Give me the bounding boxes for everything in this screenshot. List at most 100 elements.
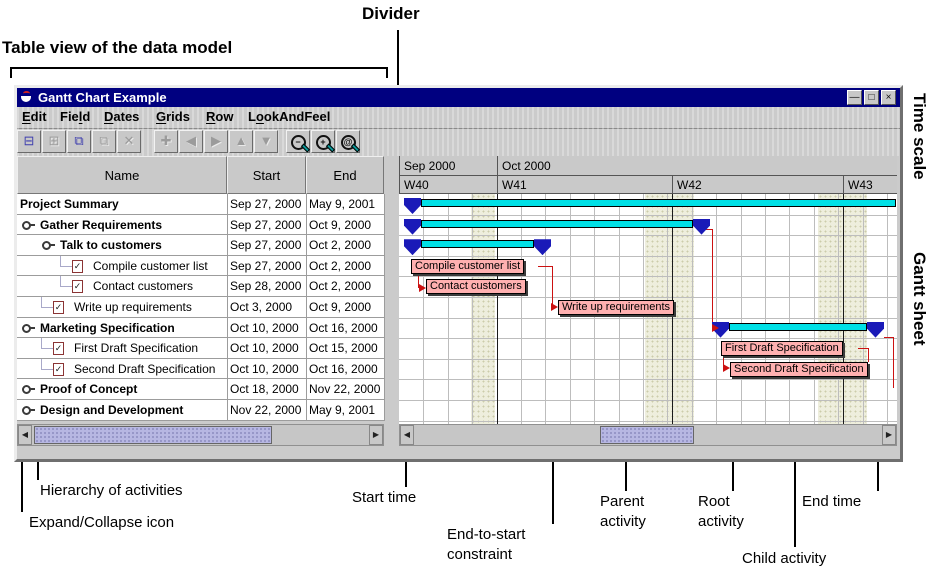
menu-edit[interactable]: Edit	[22, 109, 47, 124]
column-header-start[interactable]: Start	[227, 156, 306, 194]
tree-stem	[30, 388, 35, 390]
activity-label-box[interactable]: First Draft Specification	[721, 341, 843, 356]
timescale-week-cell[interactable]: W42	[672, 176, 843, 194]
activity-end-date: Oct 16, 2000	[309, 321, 378, 335]
annotation-child-activity: Child activity	[742, 549, 826, 569]
column-header-name[interactable]: Name	[17, 156, 227, 194]
row-grid-line	[399, 235, 897, 236]
checkbox-icon[interactable]: ✓	[53, 342, 64, 355]
activity-label-box[interactable]: Second Draft Specification	[730, 362, 868, 377]
activity-end-date: Oct 2, 2000	[309, 238, 371, 252]
menu-dates[interactable]: Dates	[104, 109, 139, 124]
table-row[interactable]: Talk to customersSep 27, 2000Oct 2, 2000	[17, 235, 384, 256]
table-row[interactable]: ✓Write up requirementsOct 3, 2000Oct 9, …	[17, 297, 384, 318]
table-row[interactable]: Project SummarySep 27, 2000May 9, 2001	[17, 194, 384, 215]
titlebar[interactable]: Gantt Chart Example — □ ×	[17, 88, 900, 107]
delete-row-button[interactable]: ✕	[117, 130, 141, 153]
activity-label-box[interactable]: Write up requirements	[558, 300, 674, 315]
constraint-line	[884, 337, 893, 338]
table-view-bracket-tick-left	[10, 67, 12, 78]
row-grid-line	[399, 338, 897, 339]
table-row[interactable]: Proof of ConceptOct 18, 2000Nov 22, 2000	[17, 379, 384, 400]
tree-stem	[30, 224, 35, 226]
row-grid-line	[399, 400, 897, 401]
minimize-button[interactable]: —	[847, 90, 862, 105]
activity-label-box[interactable]: Compile customer list	[411, 259, 524, 274]
toggle-hierarchy-button[interactable]: ⧉	[67, 130, 91, 153]
day-grid-line	[741, 194, 742, 424]
day-grid-line	[716, 194, 717, 424]
close-button[interactable]: ×	[881, 90, 896, 105]
tree-stem	[30, 327, 35, 329]
day-grid-line	[887, 194, 888, 424]
activity-label-box[interactable]: Contact customers	[426, 279, 526, 294]
activity-start-date: Oct 10, 2000	[230, 341, 299, 355]
split-divider[interactable]	[390, 156, 399, 446]
menu-mnemonic: E	[22, 109, 31, 124]
gantt-hscrollbar-thumb[interactable]	[600, 426, 694, 444]
table-view-bracket	[10, 67, 388, 69]
timescale-week-cell[interactable]: W40	[399, 176, 497, 194]
timescale-week-cell[interactable]: W43	[843, 176, 897, 194]
figure-canvas: Divider Table view of the data model Tim…	[0, 0, 932, 578]
tree-elbow	[41, 297, 53, 308]
table-row[interactable]: ✓Compile customer listSep 27, 2000Oct 2,…	[17, 256, 384, 277]
table-hscrollbar-thumb[interactable]	[34, 426, 272, 444]
menu-label: dit	[31, 109, 47, 124]
menu-label: ow	[215, 109, 233, 124]
timescale-month-cell[interactable]: Sep 2000	[399, 156, 497, 176]
table-row[interactable]: Gather RequirementsSep 27, 2000Oct 9, 20…	[17, 215, 384, 236]
menu-grids[interactable]: Grids	[156, 109, 190, 124]
column-header-end[interactable]: End	[306, 156, 384, 194]
checkbox-icon[interactable]: ✓	[53, 363, 64, 376]
table-row[interactable]: ✓Contact customersSep 28, 2000Oct 2, 200…	[17, 276, 384, 297]
timescale-month-label: Oct 2000	[502, 159, 551, 173]
timescale-week-label: W40	[404, 178, 429, 192]
scroll-right-button[interactable]: ▶	[882, 425, 896, 445]
outdent-button[interactable]: ◀	[179, 130, 203, 153]
activity-start-date: Sep 27, 2000	[230, 218, 301, 232]
summary-bar[interactable]	[421, 240, 534, 248]
activity-start-date: Oct 10, 2000	[230, 362, 299, 376]
maximize-button[interactable]: □	[864, 90, 879, 105]
scroll-right-button[interactable]: ▶	[369, 425, 383, 445]
row-grid-line	[399, 297, 897, 298]
table-row[interactable]: ✓Second Draft SpecificationOct 10, 2000O…	[17, 359, 384, 380]
day-grid-line	[838, 194, 839, 424]
annotation-hierarchy: Hierarchy of activities	[40, 481, 183, 501]
checkbox-icon[interactable]: ✓	[72, 280, 83, 293]
zoom-fit-button-icon: @	[341, 135, 356, 150]
indent-button[interactable]: ▶	[204, 130, 228, 153]
zoom-out-button[interactable]: −	[286, 130, 310, 153]
table-row[interactable]: Design and DevelopmentNov 22, 2000May 9,…	[17, 400, 384, 421]
scroll-left-button[interactable]: ◀	[18, 425, 32, 445]
activity-name: Talk to customers	[60, 238, 162, 252]
zoom-fit-button[interactable]: @	[336, 130, 360, 153]
menu-field[interactable]: Field	[60, 109, 90, 124]
day-grid-line	[472, 194, 473, 424]
move-up-button[interactable]: ▲	[229, 130, 253, 153]
menu-mnemonic: o	[256, 109, 264, 124]
move-down-button[interactable]: ▼	[254, 130, 278, 153]
checkbox-icon[interactable]: ✓	[72, 260, 83, 273]
duplicate-row-button[interactable]: ⧉	[92, 130, 116, 153]
summary-bar[interactable]	[421, 220, 693, 228]
menu-lookandfeel[interactable]: LookAndFeel	[248, 109, 330, 124]
row-grid-line	[399, 359, 897, 360]
annotation-parent-activity: Parent activity	[600, 492, 646, 532]
collapse-row-button[interactable]: ⊟	[17, 130, 41, 153]
timescale-week-label: W41	[502, 178, 527, 192]
expand-row-button[interactable]: ⊞	[42, 130, 66, 153]
timescale-week-cell[interactable]: W41	[497, 176, 672, 194]
checkbox-icon[interactable]: ✓	[53, 301, 64, 314]
table-row[interactable]: Marketing SpecificationOct 10, 2000Oct 1…	[17, 318, 384, 339]
timescale-month-cell[interactable]: Oct 2000	[497, 156, 897, 176]
zoom-in-button[interactable]: +	[311, 130, 335, 153]
menu-row[interactable]: Row	[206, 109, 233, 124]
summary-bar[interactable]	[421, 199, 896, 207]
table-row[interactable]: ✓First Draft SpecificationOct 10, 2000Oc…	[17, 338, 384, 359]
insert-activity-button[interactable]: ✚	[154, 130, 178, 153]
scroll-left-button[interactable]: ◀	[400, 425, 414, 445]
tree-elbow	[60, 256, 72, 267]
summary-bar[interactable]	[729, 323, 867, 331]
